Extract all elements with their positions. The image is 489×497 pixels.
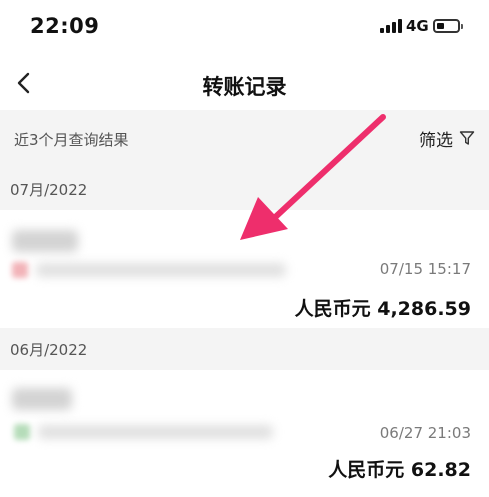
account-info-redacted	[38, 425, 273, 439]
transfer-record[interactable]: 07/15 15:17 人民币元 4,286.59	[0, 210, 489, 328]
month-label: 07月/2022	[10, 181, 88, 199]
filter-bar: 近3个月查询结果 筛选	[0, 110, 489, 168]
filter-label: 筛选	[419, 130, 453, 151]
month-label: 06月/2022	[10, 341, 88, 359]
bank-logo-icon	[12, 262, 28, 278]
recipient-name-redacted	[12, 230, 78, 252]
record-time: 07/15 15:17	[379, 260, 471, 278]
signal-icon	[380, 19, 402, 33]
month-header: 07月/2022	[0, 168, 489, 210]
filter-button[interactable]: 筛选	[419, 124, 475, 152]
record-amount: 人民币元 4,286.59	[294, 298, 471, 320]
record-time: 06/27 21:03	[379, 424, 471, 442]
status-time: 22:09	[30, 14, 100, 38]
funnel-icon	[459, 131, 475, 145]
battery-icon	[433, 19, 460, 33]
transfer-record[interactable]: 06/27 21:03 人民币元 62.82	[0, 370, 489, 497]
record-amount: 人民币元 62.82	[328, 459, 471, 481]
nav-bar: 转账记录	[0, 56, 489, 110]
query-range-caption: 近3个月查询结果	[14, 131, 129, 149]
battery-cap	[461, 24, 463, 29]
month-header: 06月/2022	[0, 328, 489, 370]
network-type: 4G	[406, 17, 429, 35]
recipient-name-redacted	[12, 388, 72, 410]
page-title: 转账记录	[202, 75, 287, 99]
bank-logo-icon	[14, 424, 30, 440]
account-info-redacted	[36, 263, 286, 277]
status-bar: 22:09 4G	[0, 0, 489, 56]
